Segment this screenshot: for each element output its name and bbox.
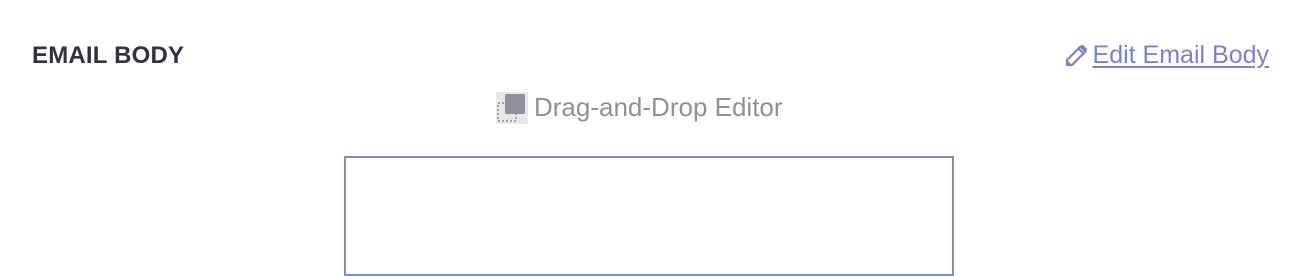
edit-email-body-label: Edit Email Body <box>1092 41 1269 69</box>
email-body-preview-frame[interactable] <box>344 156 954 276</box>
drag-and-drop-icon <box>496 90 528 124</box>
section-title: EMAIL BODY <box>32 42 185 69</box>
edit-email-body-link[interactable]: Edit Email Body <box>1063 41 1269 70</box>
editor-type-text: Drag-and-Drop Editor <box>534 91 783 122</box>
editor-type-label: Drag-and-Drop Editor <box>496 90 783 124</box>
pencil-icon <box>1063 43 1089 69</box>
